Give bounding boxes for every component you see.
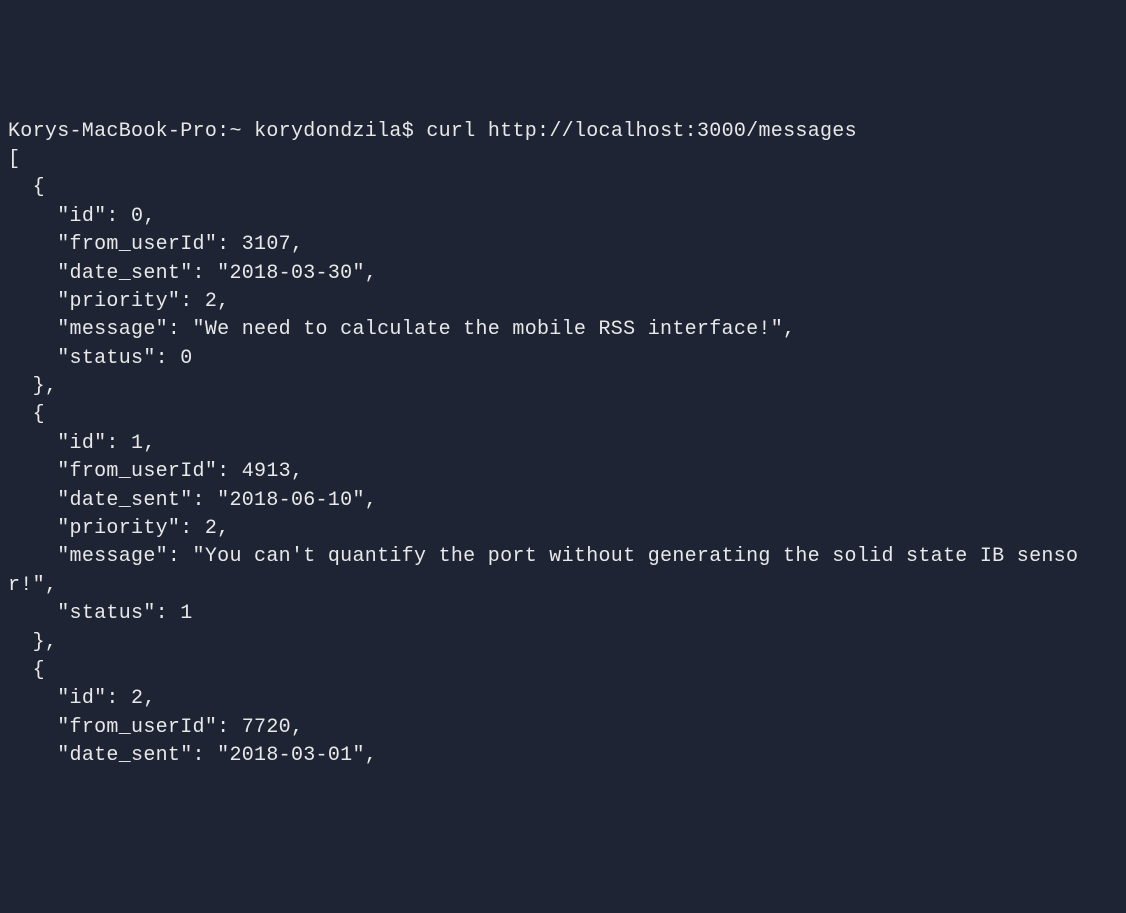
prompt-char: $ [402,120,414,143]
command-text: curl http://localhost:3000/messages [426,120,857,143]
terminal-output: [ { "id": 0, "from_userId": 3107, "date_… [8,148,1078,767]
prompt-username: korydondzila [254,120,402,143]
prompt-cwd: ~ [229,120,241,143]
prompt-hostname: Korys-MacBook-Pro [8,120,217,143]
prompt-line: Korys-MacBook-Pro:~ korydondzila$ curl h… [8,120,857,143]
terminal-window[interactable]: Korys-MacBook-Pro:~ korydondzila$ curl h… [8,118,1126,771]
